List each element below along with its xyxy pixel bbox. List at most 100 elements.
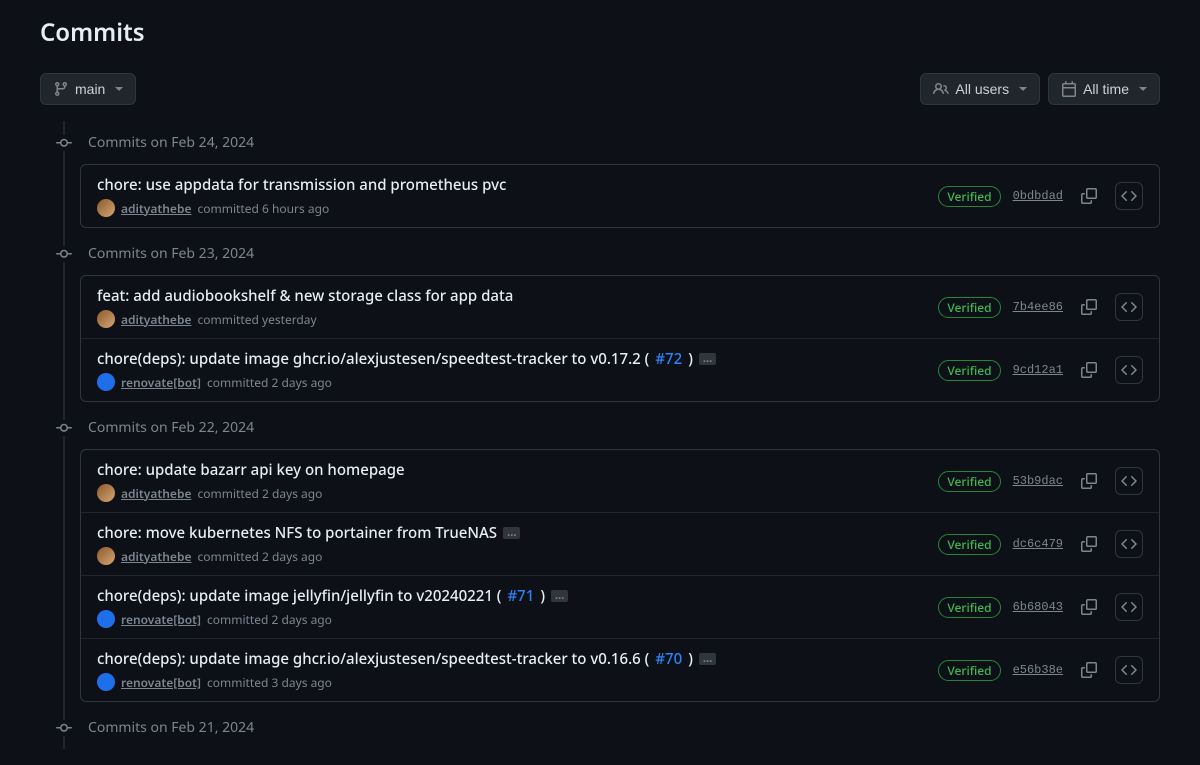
commit-item: chore(deps): update image jellyfin/jelly… bbox=[81, 576, 1159, 639]
commit-sha[interactable]: 7b4ee86 bbox=[1013, 300, 1063, 314]
commit-meta: adityathebe committed 2 days ago bbox=[97, 547, 938, 565]
pr-link[interactable]: #71 bbox=[507, 586, 534, 606]
commit-sha[interactable]: dc6c479 bbox=[1013, 537, 1063, 551]
author-link[interactable]: renovate[bot] bbox=[121, 374, 201, 391]
copy-sha-button[interactable] bbox=[1075, 356, 1103, 384]
committed-label: committed 3 days ago bbox=[207, 674, 332, 691]
copy-sha-button[interactable] bbox=[1075, 530, 1103, 558]
commit-node-icon bbox=[56, 420, 72, 436]
page-title: Commits bbox=[40, 16, 1160, 49]
commit-sha[interactable]: e56b38e bbox=[1013, 663, 1063, 677]
copy-sha-button[interactable] bbox=[1075, 656, 1103, 684]
expand-ellipsis[interactable]: … bbox=[551, 590, 568, 602]
commits-timeline: Commits on Feb 24, 2024 chore: use appdat… bbox=[60, 121, 1160, 749]
copy-sha-button[interactable] bbox=[1075, 467, 1103, 495]
verified-badge[interactable]: Verified bbox=[938, 360, 1000, 381]
date-divider: Commits on Feb 23, 2024 bbox=[56, 232, 1160, 275]
avatar[interactable] bbox=[97, 373, 115, 391]
commits-toolbar: main All users All time bbox=[40, 73, 1160, 105]
commit-title-link[interactable]: chore(deps): update image ghcr.io/alexju… bbox=[97, 649, 649, 669]
verified-badge[interactable]: Verified bbox=[938, 186, 1000, 207]
git-branch-icon bbox=[53, 81, 69, 97]
commit-item: chore: move kubernetes NFS to portainer … bbox=[81, 513, 1159, 576]
commit-meta: adityathebe committed 6 hours ago bbox=[97, 199, 938, 217]
expand-ellipsis[interactable]: … bbox=[503, 527, 520, 539]
verified-badge[interactable]: Verified bbox=[938, 534, 1000, 555]
author-link[interactable]: renovate[bot] bbox=[121, 611, 201, 628]
commit-meta: renovate[bot] committed 2 days ago bbox=[97, 610, 938, 628]
commit-title-link[interactable]: chore: use appdata for transmission and … bbox=[97, 175, 506, 195]
branch-label: main bbox=[75, 79, 105, 99]
committed-label: committed 6 hours ago bbox=[197, 200, 329, 217]
browse-code-button[interactable] bbox=[1115, 182, 1143, 210]
commit-title: chore(deps): update image ghcr.io/alexju… bbox=[97, 649, 938, 669]
commit-sha[interactable]: 53b9dac bbox=[1013, 474, 1063, 488]
date-label: Commits on Feb 21, 2024 bbox=[88, 718, 254, 737]
copy-sha-button[interactable] bbox=[1075, 593, 1103, 621]
verified-badge[interactable]: Verified bbox=[938, 297, 1000, 318]
commit-title-link[interactable]: chore: update bazarr api key on homepage bbox=[97, 460, 405, 480]
committed-label: committed 2 days ago bbox=[197, 548, 322, 565]
commit-group: chore: use appdata for transmission and … bbox=[80, 164, 1160, 228]
committed-label: committed yesterday bbox=[197, 311, 316, 328]
date-divider: Commits on Feb 21, 2024 bbox=[56, 706, 1160, 749]
committed-label: committed 2 days ago bbox=[207, 374, 332, 391]
time-label: All time bbox=[1083, 79, 1129, 99]
commit-title-link[interactable]: feat: add audiobookshelf & new storage c… bbox=[97, 286, 513, 306]
date-label: Commits on Feb 23, 2024 bbox=[88, 244, 254, 263]
author-link[interactable]: adityathebe bbox=[121, 311, 191, 328]
commit-item: feat: add audiobookshelf & new storage c… bbox=[81, 276, 1159, 339]
commit-title-link[interactable]: chore(deps): update image ghcr.io/alexju… bbox=[97, 349, 649, 369]
author-link[interactable]: adityathebe bbox=[121, 200, 191, 217]
pr-link[interactable]: #72 bbox=[655, 349, 682, 369]
verified-badge[interactable]: Verified bbox=[938, 471, 1000, 492]
browse-code-button[interactable] bbox=[1115, 293, 1143, 321]
commit-item: chore(deps): update image ghcr.io/alexju… bbox=[81, 339, 1159, 401]
browse-code-button[interactable] bbox=[1115, 656, 1143, 684]
paren-close: ) bbox=[540, 586, 545, 606]
commit-sha[interactable]: 0bdbdad bbox=[1013, 189, 1063, 203]
date-label: Commits on Feb 22, 2024 bbox=[88, 418, 254, 437]
avatar[interactable] bbox=[97, 199, 115, 217]
date-label: Commits on Feb 24, 2024 bbox=[88, 133, 254, 152]
browse-code-button[interactable] bbox=[1115, 467, 1143, 495]
avatar[interactable] bbox=[97, 310, 115, 328]
commit-meta: renovate[bot] committed 2 days ago bbox=[97, 373, 938, 391]
date-divider: Commits on Feb 22, 2024 bbox=[56, 406, 1160, 449]
verified-badge[interactable]: Verified bbox=[938, 597, 1000, 618]
commit-title-link[interactable]: chore(deps): update image jellyfin/jelly… bbox=[97, 586, 501, 606]
commit-title-link[interactable]: chore: move kubernetes NFS to portainer … bbox=[97, 523, 497, 543]
commit-node-icon bbox=[56, 246, 72, 262]
commit-title: chore(deps): update image jellyfin/jelly… bbox=[97, 586, 938, 606]
commit-title: chore: use appdata for transmission and … bbox=[97, 175, 938, 195]
expand-ellipsis[interactable]: … bbox=[699, 653, 716, 665]
branch-selector[interactable]: main bbox=[40, 73, 136, 105]
time-filter[interactable]: All time bbox=[1048, 73, 1160, 105]
commit-node-icon bbox=[56, 135, 72, 151]
avatar[interactable] bbox=[97, 673, 115, 691]
commit-title: feat: add audiobookshelf & new storage c… bbox=[97, 286, 938, 306]
browse-code-button[interactable] bbox=[1115, 356, 1143, 384]
users-label: All users bbox=[955, 79, 1009, 99]
commit-sha[interactable]: 9cd12a1 bbox=[1013, 363, 1063, 377]
author-link[interactable]: adityathebe bbox=[121, 548, 191, 565]
avatar[interactable] bbox=[97, 547, 115, 565]
copy-sha-button[interactable] bbox=[1075, 293, 1103, 321]
avatar[interactable] bbox=[97, 610, 115, 628]
commit-sha[interactable]: 6b68043 bbox=[1013, 600, 1063, 614]
author-link[interactable]: adityathebe bbox=[121, 485, 191, 502]
avatar[interactable] bbox=[97, 484, 115, 502]
browse-code-button[interactable] bbox=[1115, 530, 1143, 558]
author-link[interactable]: renovate[bot] bbox=[121, 674, 201, 691]
chevron-down-icon bbox=[1019, 87, 1027, 91]
chevron-down-icon bbox=[115, 87, 123, 91]
commit-group: chore: update bazarr api key on homepage… bbox=[80, 449, 1160, 702]
copy-sha-button[interactable] bbox=[1075, 182, 1103, 210]
pr-link[interactable]: #70 bbox=[655, 649, 682, 669]
users-filter[interactable]: All users bbox=[920, 73, 1040, 105]
committed-label: committed 2 days ago bbox=[207, 611, 332, 628]
browse-code-button[interactable] bbox=[1115, 593, 1143, 621]
commit-item: chore: use appdata for transmission and … bbox=[81, 165, 1159, 227]
expand-ellipsis[interactable]: … bbox=[699, 353, 716, 365]
verified-badge[interactable]: Verified bbox=[938, 660, 1000, 681]
